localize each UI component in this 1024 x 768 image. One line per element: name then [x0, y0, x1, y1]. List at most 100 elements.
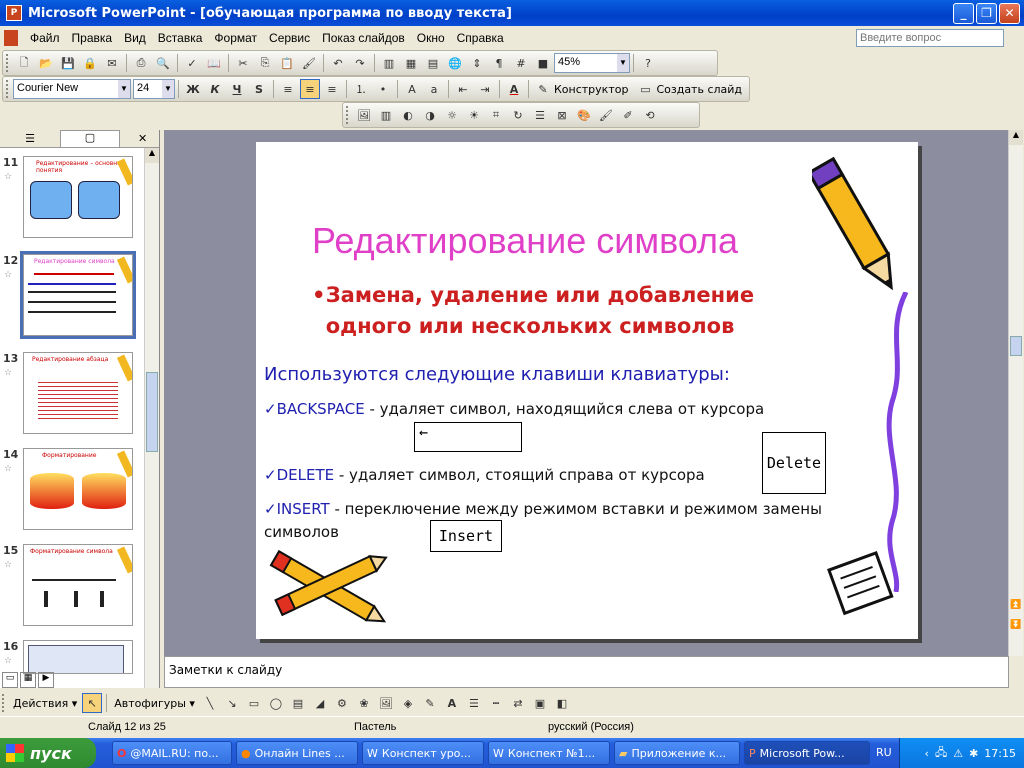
chart-icon[interactable]: ▥	[379, 53, 399, 73]
select-pointer-icon[interactable]: ↖	[82, 693, 103, 713]
start-button[interactable]: пуск	[0, 738, 96, 768]
menu-edit[interactable]: Правка	[66, 29, 119, 47]
bullets-icon[interactable]: •	[373, 79, 393, 99]
wordart-icon[interactable]: ◢	[310, 693, 330, 713]
align-center-icon[interactable]: ≡	[300, 79, 320, 99]
font-size-select[interactable]: 24 ▼	[133, 79, 175, 99]
delete-key-box[interactable]: Delete	[762, 432, 826, 494]
underline-button[interactable]: Ч	[227, 79, 247, 99]
task-konspekt2[interactable]: W Конспект №1...	[488, 741, 610, 765]
align-right-icon[interactable]: ≡	[322, 79, 342, 99]
oval-icon[interactable]: ◯	[266, 693, 286, 713]
recolor-icon[interactable]: 🎨	[574, 105, 594, 125]
bluetooth-icon[interactable]: ✱	[969, 747, 978, 760]
3d-style-icon[interactable]: ◧	[552, 693, 572, 713]
menu-file[interactable]: Файл	[24, 29, 66, 47]
powerpoint-app-icon[interactable]: P	[6, 5, 22, 21]
arrow-icon[interactable]: ↘	[222, 693, 242, 713]
scroll-up-icon[interactable]: ▲	[145, 148, 159, 163]
arrow-style-icon[interactable]: ⇄	[508, 693, 528, 713]
slide-scrollbar[interactable]: ▲ ⏫ ⏬	[1008, 130, 1023, 656]
notes-pane[interactable]: Заметки к слайду	[164, 656, 1009, 688]
help-icon[interactable]: ?	[638, 53, 658, 73]
less-brightness-icon[interactable]: ☀	[464, 105, 484, 125]
tables-borders-icon[interactable]: ▤	[423, 53, 443, 73]
task-lines[interactable]: ● Онлайн Lines ...	[236, 741, 358, 765]
print-icon[interactable]: ⎙	[131, 53, 151, 73]
previous-slide-icon[interactable]: ⏫	[1009, 600, 1023, 610]
reset-picture-icon[interactable]: ⟲	[640, 105, 660, 125]
menu-insert[interactable]: Вставка	[152, 29, 209, 47]
increase-font-icon[interactable]: A	[402, 79, 422, 99]
task-powerpoint[interactable]: P Microsoft Pow...	[744, 741, 870, 765]
insert-picture-icon[interactable]: 🖼	[354, 105, 374, 125]
scroll-thumb[interactable]	[146, 372, 158, 452]
font-color-icon[interactable]: A	[504, 79, 524, 99]
designer-button[interactable]: Конструктор	[554, 83, 628, 96]
compress-icon[interactable]: ⊠	[552, 105, 572, 125]
color-mode-icon[interactable]: ▥	[376, 105, 396, 125]
more-contrast-icon[interactable]: ◐	[398, 105, 418, 125]
language-indicator[interactable]: RU	[876, 746, 892, 759]
font-select[interactable]: Courier New ▼	[13, 79, 131, 99]
task-appendix[interactable]: ▰ Приложение к...	[614, 741, 740, 765]
preview-icon[interactable]: 🔍	[153, 53, 173, 73]
save-icon[interactable]: 💾	[58, 53, 78, 73]
tray-expand-icon[interactable]: ‹	[925, 747, 929, 760]
paste-icon[interactable]: 📋	[277, 53, 297, 73]
undo-icon[interactable]: ↶	[328, 53, 348, 73]
menu-view[interactable]: Вид	[118, 29, 152, 47]
spelling-icon[interactable]: ✓	[182, 53, 202, 73]
slideshow-view-icon[interactable]: ▶	[38, 672, 54, 688]
new-slide-icon[interactable]: ▭	[635, 79, 655, 99]
task-mailru[interactable]: O @MAIL.RU: по...	[112, 741, 232, 765]
textbox-icon[interactable]: ▤	[288, 693, 308, 713]
formatting-icon[interactable]: ¶	[489, 53, 509, 73]
color-icon[interactable]: ■	[533, 53, 553, 73]
menu-window[interactable]: Окно	[411, 29, 451, 47]
copy-icon[interactable]: ⎘	[255, 53, 275, 73]
menu-slideshow[interactable]: Показ слайдов	[316, 29, 411, 47]
new-slide-button[interactable]: Создать слайд	[656, 83, 742, 96]
cut-icon[interactable]: ✂	[233, 53, 253, 73]
dash-style-icon[interactable]: ┅	[486, 693, 506, 713]
research-icon[interactable]: 📖	[204, 53, 224, 73]
maximize-button[interactable]: ❐	[976, 3, 997, 24]
scroll-up-icon[interactable]: ▲	[1009, 130, 1023, 145]
ask-question-input[interactable]: Введите вопрос	[856, 29, 1004, 47]
expand-icon[interactable]: ⇕	[467, 53, 487, 73]
line-icon[interactable]: ╲	[200, 693, 220, 713]
table-icon[interactable]: ▦	[401, 53, 421, 73]
sorter-view-icon[interactable]: ▦	[20, 672, 36, 688]
slide-intro[interactable]: Используются следующие клавиши клавиатур…	[264, 364, 730, 385]
permission-icon[interactable]: 🔒	[80, 53, 100, 73]
slides-tab-icon[interactable]: ▢	[60, 129, 120, 148]
email-icon[interactable]: ✉	[102, 53, 122, 73]
align-left-icon[interactable]: ≡	[278, 79, 298, 99]
document-icon[interactable]	[4, 30, 18, 46]
slide-item-insert[interactable]: ✓INSERT - переключение между режимом вст…	[264, 498, 844, 544]
actions-menu[interactable]: Действия ▾	[9, 697, 81, 710]
rectangle-icon[interactable]: ▭	[244, 693, 264, 713]
warning-icon[interactable]: ⚠	[953, 747, 963, 760]
menu-format[interactable]: Формат	[208, 29, 263, 47]
designer-icon[interactable]: ✎	[533, 79, 553, 99]
picture-icon[interactable]: 🖼	[376, 693, 396, 713]
font-color-draw-icon[interactable]: A	[442, 693, 462, 713]
minimize-button[interactable]: _	[953, 3, 974, 24]
network-icon[interactable]: 🖧	[935, 744, 947, 763]
line-style-draw-icon[interactable]: ☰	[464, 693, 484, 713]
set-transparent-icon[interactable]: ✐	[618, 105, 638, 125]
backspace-key-box[interactable]: ←	[414, 422, 522, 452]
slide-bullet[interactable]: • Замена, удаление или добавление одного…	[312, 280, 772, 342]
slides-pane-scrollbar[interactable]: ▲	[144, 148, 159, 688]
menu-help[interactable]: Справка	[451, 29, 510, 47]
decrease-indent-icon[interactable]: ⇤	[453, 79, 473, 99]
less-contrast-icon[interactable]: ◑	[420, 105, 440, 125]
normal-view-icon[interactable]: ▭	[2, 672, 18, 688]
clock[interactable]: 17:15	[984, 747, 1016, 760]
line-style-icon[interactable]: ☰	[530, 105, 550, 125]
close-pane-icon[interactable]: ✕	[138, 132, 147, 145]
hyperlink-icon[interactable]: 🌐	[445, 53, 465, 73]
bold-button[interactable]: Ж	[183, 79, 203, 99]
